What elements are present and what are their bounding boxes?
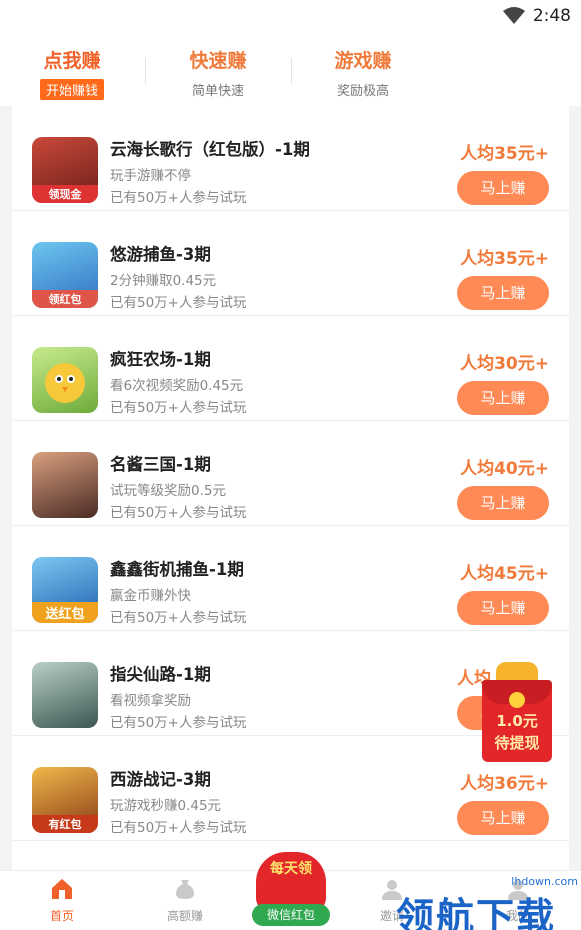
earn-now-button[interactable]: 马上赚: [457, 171, 549, 205]
money-bag-icon: [176, 880, 194, 899]
tab-subtitle: 简单快速: [191, 84, 244, 99]
wifi-icon: [503, 7, 525, 24]
tab-subtitle: 奖励极高: [336, 84, 389, 99]
game-thumbnail: 有红包: [32, 767, 98, 833]
earn-now-button[interactable]: 马上赚: [457, 801, 549, 835]
average-reward: 人均30元+: [460, 354, 549, 374]
participant-count: 已有50万+人参与试玩: [110, 400, 247, 416]
tab-title: 点我赚: [43, 50, 101, 72]
game-thumbnail: [32, 662, 98, 728]
game-desc: 玩游戏秒赚0.45元: [110, 798, 222, 814]
average-reward: 人均45元+: [460, 564, 549, 584]
participant-count: 已有50万+人参与试玩: [110, 505, 247, 521]
earn-now-button[interactable]: 马上赚: [457, 381, 549, 415]
average-reward: 人均40元+: [460, 459, 549, 479]
game-name: 云海长歌行（红包版）-1期: [110, 140, 310, 159]
game-name: 指尖仙路-1期: [110, 665, 211, 684]
average-reward: 人均35元+: [460, 249, 549, 269]
game-thumbnail: 送红包: [32, 557, 98, 623]
participant-count: 已有50万+人参与试玩: [110, 820, 247, 836]
tab-divider: [291, 58, 292, 84]
earn-now-button[interactable]: 马上赚: [457, 276, 549, 310]
list-item[interactable]: 疯狂农场-1期 看6次视频奖励0.45元 已有50万+人参与试玩 人均30元+ …: [12, 316, 569, 421]
wechat-red-packet-button[interactable]: 每天领 微信红包: [250, 852, 332, 926]
game-desc: 2分钟赚取0.45元: [110, 273, 217, 289]
average-reward: 人均36元+: [460, 774, 549, 794]
chick-icon: [45, 363, 85, 403]
game-desc: 试玩等级奖励0.5元: [110, 483, 226, 499]
nav-high-earn[interactable]: 高额赚: [145, 877, 225, 924]
tab-divider: [145, 58, 146, 84]
list-item[interactable]: 领红包 悠游捕鱼-3期 2分钟赚取0.45元 已有50万+人参与试玩 人均35元…: [12, 211, 569, 316]
thumbnail-badge: 领红包: [32, 290, 98, 308]
top-tabs: 点我赚 开始赚钱 快速赚 简单快速 游戏赚 奖励极高: [0, 34, 581, 106]
watermark-brand: 领航下载: [396, 895, 557, 930]
participant-count: 已有50万+人参与试玩: [110, 610, 247, 626]
packet-status: 待提现: [494, 734, 540, 752]
tab-kuaisuzhuan[interactable]: 快速赚 简单快速: [158, 46, 278, 100]
game-desc: 玩手游赚不停: [110, 168, 191, 184]
game-name: 西游战记-3期: [110, 770, 211, 789]
thumbnail-badge: 有红包: [32, 815, 98, 833]
daily-claim-label: 每天领: [270, 861, 312, 877]
game-name: 悠游捕鱼-3期: [110, 245, 211, 264]
thumbnail-badge: 领现金: [32, 185, 98, 203]
tab-youxizhuan[interactable]: 游戏赚 奖励极高: [303, 46, 423, 100]
game-name: 名酱三国-1期: [110, 455, 211, 474]
coin-icon: [509, 692, 525, 708]
game-thumbnail: 领现金: [32, 137, 98, 203]
tab-subtitle: 开始赚钱: [39, 79, 104, 100]
game-thumbnail: [32, 347, 98, 413]
game-name: 鑫鑫街机捕鱼-1期: [110, 560, 244, 579]
nav-label: 高额赚: [166, 909, 203, 923]
participant-count: 已有50万+人参与试玩: [110, 295, 247, 311]
list-item[interactable]: 领现金 云海长歌行（红包版）-1期 玩手游赚不停 已有50万+人参与试玩 人均3…: [12, 106, 569, 211]
earn-now-button[interactable]: 马上赚: [457, 591, 549, 625]
floating-red-packet[interactable]: 1.0元 待提现: [482, 662, 552, 762]
home-icon: [52, 879, 72, 899]
nav-label: 首页: [49, 909, 74, 923]
participant-count: 已有50万+人参与试玩: [110, 190, 247, 206]
nav-home[interactable]: 首页: [22, 877, 102, 924]
game-desc: 赢金币赚外快: [110, 588, 191, 604]
game-name: 疯狂农场-1期: [110, 350, 211, 369]
game-desc: 看视频拿奖励: [110, 693, 191, 709]
game-thumbnail: 领红包: [32, 242, 98, 308]
earn-now-button[interactable]: 马上赚: [457, 486, 549, 520]
game-desc: 看6次视频奖励0.45元: [110, 378, 244, 394]
packet-amount: 1.0元: [496, 712, 538, 730]
tab-title: 快速赚: [189, 50, 247, 72]
participant-count: 已有50万+人参与试玩: [110, 715, 247, 731]
game-thumbnail: [32, 452, 98, 518]
tab-title: 游戏赚: [334, 50, 392, 72]
status-time: 2:48: [532, 6, 571, 26]
tab-dianwozhuan[interactable]: 点我赚 开始赚钱: [12, 46, 132, 100]
status-bar: 2:48: [0, 0, 581, 34]
list-item[interactable]: 送红包 鑫鑫街机捕鱼-1期 赢金币赚外快 已有50万+人参与试玩 人均45元+ …: [12, 526, 569, 631]
watermark: lhdown.com 领航下载: [392, 872, 581, 930]
thumbnail-badge: 送红包: [32, 602, 98, 623]
average-reward: 人均35元+: [460, 144, 549, 164]
list-item[interactable]: 名酱三国-1期 试玩等级奖励0.5元 已有50万+人参与试玩 人均40元+ 马上…: [12, 421, 569, 526]
wechat-red-packet-label: 微信红包: [252, 904, 330, 926]
